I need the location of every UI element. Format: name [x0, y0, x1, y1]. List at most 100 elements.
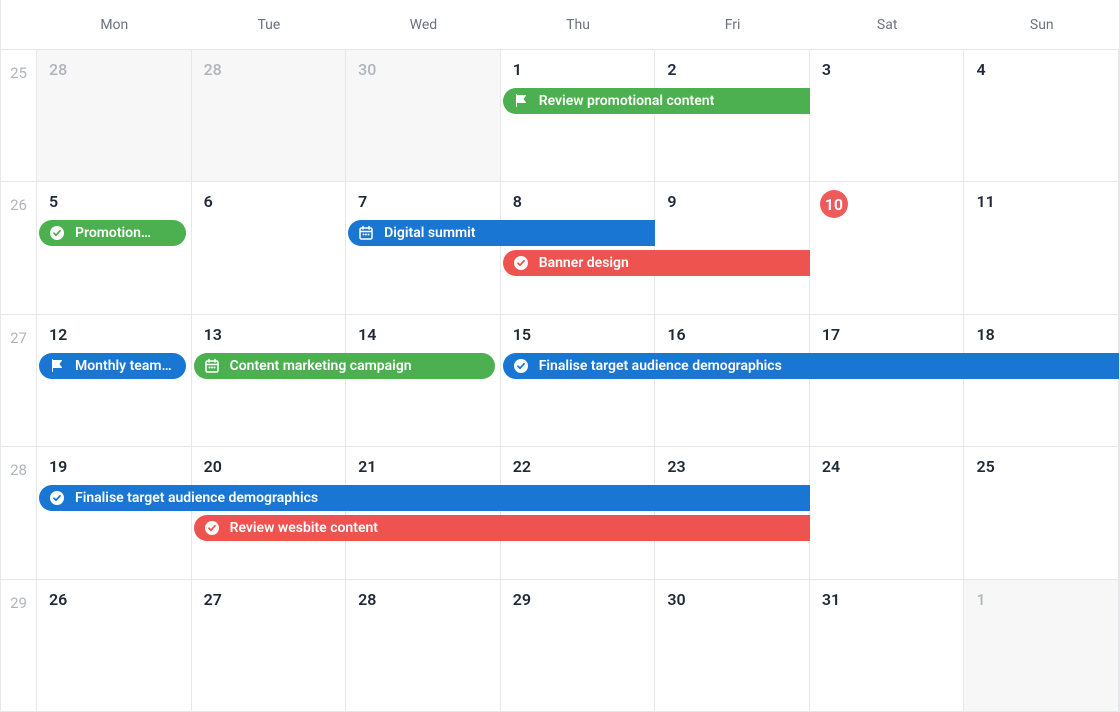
day-cell[interactable]: 21: [346, 447, 501, 578]
week-number: 29: [1, 580, 37, 711]
week-number: 25: [1, 50, 37, 181]
week-row: 26 5 67 89 10 11 Promotion… Digital summit Banne…: [1, 182, 1119, 314]
day-number: 24: [822, 457, 840, 476]
day-number: 5: [49, 192, 58, 211]
week-number: 27: [1, 315, 37, 446]
day-cell[interactable]: 2: [655, 50, 810, 181]
day-number: 12: [49, 325, 67, 344]
day-number: 17: [822, 325, 840, 344]
day-number: 21: [358, 457, 376, 476]
days-grid: 2627 28 29 30 31 1: [37, 580, 1119, 711]
calendar-event[interactable]: Digital summit: [348, 220, 655, 246]
day-cell[interactable]: 10: [810, 182, 965, 313]
calendar-event[interactable]: Finalise target audience demographics: [39, 485, 810, 511]
day-number: 2: [667, 60, 676, 79]
day-number: 3: [822, 60, 831, 79]
day-number: 30: [667, 590, 685, 609]
day-header-wed: Wed: [346, 0, 501, 49]
day-cell[interactable]: 1: [964, 580, 1119, 711]
calendar-event[interactable]: Promotion…: [39, 220, 186, 246]
day-number: 1: [976, 590, 985, 609]
event-label: Review wesbite content: [230, 520, 378, 536]
day-cell[interactable]: 3: [810, 50, 965, 181]
day-cell[interactable]: 28: [192, 50, 347, 181]
calendar: Mon Tue Wed Thu Fri Sat Sun 252828301234…: [0, 0, 1120, 712]
calendar-event[interactable]: Banner design: [503, 250, 810, 276]
days-grid: 19 20 21 22 23 24 25 Finalise target audience d…: [37, 447, 1119, 578]
day-cell[interactable]: 31: [810, 580, 965, 711]
day-cell[interactable]: 4: [964, 50, 1119, 181]
day-cell[interactable]: 26: [37, 580, 192, 711]
day-cell[interactable]: 22: [501, 447, 656, 578]
event-label: Banner design: [539, 255, 629, 271]
day-cell[interactable]: 27: [192, 580, 347, 711]
day-header-tue: Tue: [192, 0, 347, 49]
flag-icon: [513, 93, 529, 109]
event-label: Finalise target audience demographics: [539, 358, 782, 374]
day-header-mon: Mon: [37, 0, 192, 49]
calendar-event[interactable]: Monthly team…: [39, 353, 186, 379]
day-cell[interactable]: 28: [37, 50, 192, 181]
week-col-header: [1, 0, 37, 49]
flag-icon: [49, 358, 65, 374]
day-number: 9: [667, 192, 676, 211]
day-number: 20: [204, 457, 222, 476]
day-cell[interactable]: 28: [346, 580, 501, 711]
day-cell[interactable]: 7: [346, 182, 501, 313]
day-number: 25: [976, 457, 994, 476]
day-number: 11: [976, 192, 994, 211]
check-icon: [204, 520, 220, 536]
day-number: 28: [358, 590, 376, 609]
calendar-event[interactable]: Finalise target audience demographics: [503, 353, 1119, 379]
week-number: 26: [1, 182, 37, 313]
calendar-event[interactable]: Review wesbite content: [194, 515, 810, 541]
day-cell[interactable]: 25: [964, 447, 1119, 578]
calendar-icon: [204, 358, 220, 374]
day-cell[interactable]: 24: [810, 447, 965, 578]
week-row: 25 28 28 3012 3 4 Review promotional content: [1, 50, 1119, 182]
day-cell[interactable]: 13: [192, 315, 347, 446]
days-grid: 28 28 3012 3 4 Review promotional content: [37, 50, 1119, 181]
day-number: 7: [358, 192, 367, 211]
calendar-event[interactable]: Content marketing campaign: [194, 353, 495, 379]
day-number: 28: [49, 60, 67, 79]
event-label: Finalise target audience demographics: [75, 490, 318, 506]
week-row: 2819202122232425Finalise target audience…: [1, 447, 1119, 579]
day-cell[interactable]: 30: [346, 50, 501, 181]
week-row: 27 12 13 141516 17 18 Monthly team… Content mar…: [1, 315, 1119, 447]
day-header-sat: Sat: [810, 0, 965, 49]
event-label: Content marketing campaign: [230, 358, 412, 374]
day-header-fri: Fri: [655, 0, 810, 49]
day-number: 13: [204, 325, 222, 344]
day-cell[interactable]: 20: [192, 447, 347, 578]
day-cell[interactable]: 17: [810, 315, 965, 446]
event-label: Monthly team…: [75, 358, 172, 374]
day-cell[interactable]: 19: [37, 447, 192, 578]
day-cell[interactable]: 12: [37, 315, 192, 446]
day-cell[interactable]: 30: [655, 580, 810, 711]
week-row: 292627282930311: [1, 580, 1119, 711]
day-cell[interactable]: 11: [964, 182, 1119, 313]
day-header-row: Mon Tue Wed Thu Fri Sat Sun: [1, 0, 1119, 50]
day-number: 22: [513, 457, 531, 476]
day-cell[interactable]: 9: [655, 182, 810, 313]
day-cell[interactable]: 8: [501, 182, 656, 313]
day-cell[interactable]: 5: [37, 182, 192, 313]
day-number: 4: [976, 60, 985, 79]
calendar-body: 252828301234Review promotional content26…: [1, 50, 1119, 711]
day-cell[interactable]: 16: [655, 315, 810, 446]
day-header-sun: Sun: [964, 0, 1119, 49]
calendar-event[interactable]: Review promotional content: [503, 88, 810, 114]
day-cell[interactable]: 29: [501, 580, 656, 711]
day-cell[interactable]: 18: [964, 315, 1119, 446]
day-cell[interactable]: 1: [501, 50, 656, 181]
day-cell[interactable]: 6: [192, 182, 347, 313]
day-number: 28: [204, 60, 222, 79]
check-icon: [513, 358, 529, 374]
day-cell[interactable]: 23: [655, 447, 810, 578]
day-cell[interactable]: 14: [346, 315, 501, 446]
event-label: Digital summit: [384, 225, 475, 241]
day-cell[interactable]: 15: [501, 315, 656, 446]
day-number-today: 10: [820, 190, 848, 218]
days-grid: 5 67 89 10 11 Promotion… Digital summit Banner …: [37, 182, 1119, 313]
